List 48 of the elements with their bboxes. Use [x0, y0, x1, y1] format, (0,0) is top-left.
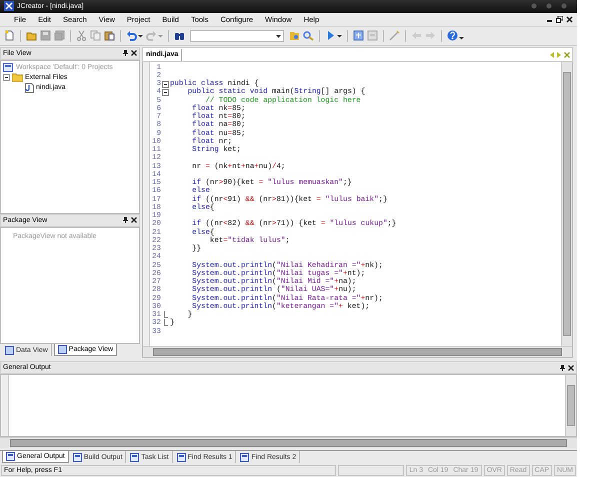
- find-in-files-icon[interactable]: [289, 30, 300, 42]
- cut-icon[interactable]: [76, 30, 87, 42]
- vertical-scrollbar[interactable]: [565, 375, 576, 436]
- wand-icon[interactable]: [389, 30, 400, 42]
- pin-icon[interactable]: [560, 364, 565, 371]
- horizontal-scrollbar[interactable]: [0, 437, 577, 448]
- fold-icon[interactable]: [162, 88, 169, 96]
- folder-icon: [12, 73, 23, 82]
- run-icon[interactable]: [325, 30, 336, 42]
- close-button[interactable]: [561, 3, 567, 10]
- horizontal-scrollbar[interactable]: [143, 346, 572, 358]
- tab-icon: [58, 345, 67, 354]
- help-icon[interactable]: [447, 30, 458, 42]
- restore-icon[interactable]: [556, 16, 563, 23]
- tab-icon: [240, 452, 250, 462]
- minimize-button[interactable]: [531, 3, 537, 10]
- fold-icon[interactable]: [162, 80, 169, 88]
- java-file-icon: [25, 82, 34, 93]
- tab-icon: [5, 346, 14, 355]
- search-combo-field[interactable]: [190, 30, 284, 42]
- close-icon[interactable]: [131, 50, 137, 56]
- binoculars-icon[interactable]: [174, 30, 185, 42]
- vertical-scrollbar[interactable]: [561, 62, 572, 346]
- app-icon: [4, 1, 14, 12]
- tab-icon: [72, 452, 82, 462]
- tab-icon: [176, 452, 186, 462]
- close-icon[interactable]: [131, 217, 137, 224]
- collapse-icon[interactable]: [3, 74, 10, 82]
- undo-icon[interactable]: [126, 30, 137, 42]
- maximize-button[interactable]: [546, 3, 552, 10]
- next-tab-icon[interactable]: [557, 52, 561, 58]
- save-icon[interactable]: [40, 30, 51, 42]
- workspace-icon: [3, 62, 14, 73]
- close-icon[interactable]: [568, 364, 574, 371]
- open-folder-icon[interactable]: [26, 30, 37, 42]
- pin-icon[interactable]: [123, 217, 128, 224]
- new-file-icon[interactable]: [4, 30, 15, 42]
- tab-icon: [6, 452, 15, 462]
- caret-icon[interactable]: [276, 34, 281, 38]
- close-icon[interactable]: [566, 16, 573, 23]
- save-all-icon[interactable]: [54, 30, 65, 42]
- status-panel: [338, 465, 404, 476]
- previous-tab-icon[interactable]: [550, 52, 554, 58]
- paste-icon[interactable]: [104, 30, 115, 42]
- replace-icon[interactable]: [303, 30, 314, 42]
- pin-icon[interactable]: [123, 50, 128, 56]
- tab-icon: [130, 452, 140, 462]
- build-file-icon[interactable]: [353, 30, 364, 42]
